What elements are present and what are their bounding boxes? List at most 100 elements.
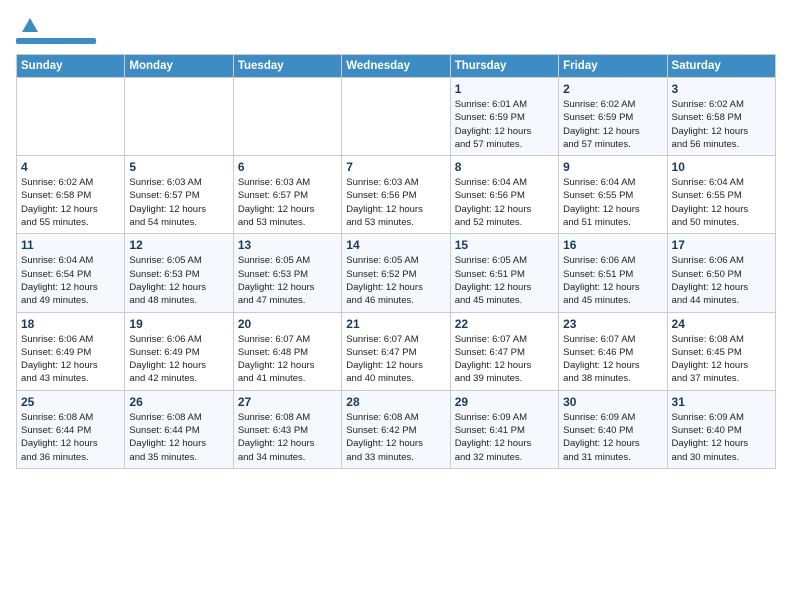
day-number: 17 — [672, 238, 771, 252]
day-number: 14 — [346, 238, 445, 252]
logo-icon — [20, 16, 40, 36]
calendar-cell: 10 Sunrise: 6:04 AM Sunset: 6:55 PM Dayli… — [667, 156, 775, 234]
calendar-cell: 11 Sunrise: 6:04 AM Sunset: 6:54 PM Dayli… — [17, 234, 125, 312]
day-info: Sunrise: 6:03 AM Sunset: 6:56 PM Dayligh… — [346, 176, 445, 229]
calendar-cell — [17, 78, 125, 156]
day-number: 11 — [21, 238, 120, 252]
week-row-4: 25 Sunrise: 6:08 AM Sunset: 6:44 PM Dayli… — [17, 390, 776, 468]
calendar-cell: 30 Sunrise: 6:09 AM Sunset: 6:40 PM Dayli… — [559, 390, 667, 468]
calendar-cell: 22 Sunrise: 6:07 AM Sunset: 6:47 PM Dayli… — [450, 312, 558, 390]
weekday-header-sunday: Sunday — [17, 55, 125, 78]
calendar-cell: 24 Sunrise: 6:08 AM Sunset: 6:45 PM Dayli… — [667, 312, 775, 390]
day-number: 4 — [21, 160, 120, 174]
calendar-cell: 3 Sunrise: 6:02 AM Sunset: 6:58 PM Daylig… — [667, 78, 775, 156]
day-number: 23 — [563, 317, 662, 331]
calendar-cell — [342, 78, 450, 156]
day-info: Sunrise: 6:04 AM Sunset: 6:55 PM Dayligh… — [672, 176, 771, 229]
week-row-0: 1 Sunrise: 6:01 AM Sunset: 6:59 PM Daylig… — [17, 78, 776, 156]
day-info: Sunrise: 6:08 AM Sunset: 6:44 PM Dayligh… — [129, 411, 228, 464]
day-info: Sunrise: 6:05 AM Sunset: 6:51 PM Dayligh… — [455, 254, 554, 307]
logo-bar — [16, 38, 96, 44]
logo — [16, 16, 96, 44]
calendar-cell: 1 Sunrise: 6:01 AM Sunset: 6:59 PM Daylig… — [450, 78, 558, 156]
day-number: 20 — [238, 317, 337, 331]
day-info: Sunrise: 6:02 AM Sunset: 6:58 PM Dayligh… — [672, 98, 771, 151]
day-number: 16 — [563, 238, 662, 252]
calendar-cell: 9Sunrise: 6:04 AM Sunset: 6:55 PM Daylig… — [559, 156, 667, 234]
day-info: Sunrise: 6:08 AM Sunset: 6:43 PM Dayligh… — [238, 411, 337, 464]
day-info: Sunrise: 6:08 AM Sunset: 6:42 PM Dayligh… — [346, 411, 445, 464]
day-info: Sunrise: 6:05 AM Sunset: 6:53 PM Dayligh… — [238, 254, 337, 307]
day-info: Sunrise: 6:08 AM Sunset: 6:44 PM Dayligh… — [21, 411, 120, 464]
day-number: 29 — [455, 395, 554, 409]
day-info: Sunrise: 6:08 AM Sunset: 6:45 PM Dayligh… — [672, 333, 771, 386]
day-info: Sunrise: 6:04 AM Sunset: 6:55 PM Dayligh… — [563, 176, 662, 229]
day-number: 19 — [129, 317, 228, 331]
day-number: 2 — [563, 82, 662, 96]
day-number: 28 — [346, 395, 445, 409]
day-info: Sunrise: 6:09 AM Sunset: 6:40 PM Dayligh… — [563, 411, 662, 464]
calendar-cell: 5 Sunrise: 6:03 AM Sunset: 6:57 PM Daylig… — [125, 156, 233, 234]
day-info: Sunrise: 6:02 AM Sunset: 6:59 PM Dayligh… — [563, 98, 662, 151]
calendar-cell: 26 Sunrise: 6:08 AM Sunset: 6:44 PM Dayli… — [125, 390, 233, 468]
week-row-2: 11 Sunrise: 6:04 AM Sunset: 6:54 PM Dayli… — [17, 234, 776, 312]
calendar-cell: 18 Sunrise: 6:06 AM Sunset: 6:49 PM Dayli… — [17, 312, 125, 390]
calendar-cell: 20Sunrise: 6:07 AM Sunset: 6:48 PM Dayli… — [233, 312, 341, 390]
calendar-cell — [233, 78, 341, 156]
day-info: Sunrise: 6:02 AM Sunset: 6:58 PM Dayligh… — [21, 176, 120, 229]
weekday-header-monday: Monday — [125, 55, 233, 78]
day-number: 21 — [346, 317, 445, 331]
week-row-3: 18 Sunrise: 6:06 AM Sunset: 6:49 PM Dayli… — [17, 312, 776, 390]
weekday-header-wednesday: Wednesday — [342, 55, 450, 78]
day-info: Sunrise: 6:07 AM Sunset: 6:47 PM Dayligh… — [346, 333, 445, 386]
calendar-cell: 7 Sunrise: 6:03 AM Sunset: 6:56 PM Daylig… — [342, 156, 450, 234]
day-number: 10 — [672, 160, 771, 174]
calendar-cell — [125, 78, 233, 156]
day-number: 22 — [455, 317, 554, 331]
day-info: Sunrise: 6:09 AM Sunset: 6:40 PM Dayligh… — [672, 411, 771, 464]
calendar-cell: 28 Sunrise: 6:08 AM Sunset: 6:42 PM Dayli… — [342, 390, 450, 468]
calendar-cell: 19 Sunrise: 6:06 AM Sunset: 6:49 PM Dayli… — [125, 312, 233, 390]
day-info: Sunrise: 6:01 AM Sunset: 6:59 PM Dayligh… — [455, 98, 554, 151]
day-info: Sunrise: 6:03 AM Sunset: 6:57 PM Dayligh… — [238, 176, 337, 229]
calendar-header — [16, 16, 776, 44]
day-number: 24 — [672, 317, 771, 331]
weekday-header-thursday: Thursday — [450, 55, 558, 78]
calendar-cell: 2 Sunrise: 6:02 AM Sunset: 6:59 PM Daylig… — [559, 78, 667, 156]
day-info: Sunrise: 6:06 AM Sunset: 6:49 PM Dayligh… — [129, 333, 228, 386]
day-number: 26 — [129, 395, 228, 409]
calendar-cell: 27 Sunrise: 6:08 AM Sunset: 6:43 PM Dayli… — [233, 390, 341, 468]
day-info: Sunrise: 6:09 AM Sunset: 6:41 PM Dayligh… — [455, 411, 554, 464]
calendar-cell: 4 Sunrise: 6:02 AM Sunset: 6:58 PM Daylig… — [17, 156, 125, 234]
day-number: 12 — [129, 238, 228, 252]
day-number: 27 — [238, 395, 337, 409]
week-row-1: 4 Sunrise: 6:02 AM Sunset: 6:58 PM Daylig… — [17, 156, 776, 234]
day-info: Sunrise: 6:05 AM Sunset: 6:53 PM Dayligh… — [129, 254, 228, 307]
day-info: Sunrise: 6:06 AM Sunset: 6:50 PM Dayligh… — [672, 254, 771, 307]
calendar-cell: 23Sunrise: 6:07 AM Sunset: 6:46 PM Dayli… — [559, 312, 667, 390]
day-number: 15 — [455, 238, 554, 252]
day-number: 25 — [21, 395, 120, 409]
day-info: Sunrise: 6:06 AM Sunset: 6:51 PM Dayligh… — [563, 254, 662, 307]
day-info: Sunrise: 6:03 AM Sunset: 6:57 PM Dayligh… — [129, 176, 228, 229]
weekday-header-tuesday: Tuesday — [233, 55, 341, 78]
day-info: Sunrise: 6:04 AM Sunset: 6:56 PM Dayligh… — [455, 176, 554, 229]
day-number: 7 — [346, 160, 445, 174]
calendar-cell: 31Sunrise: 6:09 AM Sunset: 6:40 PM Dayli… — [667, 390, 775, 468]
day-number: 1 — [455, 82, 554, 96]
day-number: 30 — [563, 395, 662, 409]
calendar-cell: 13Sunrise: 6:05 AM Sunset: 6:53 PM Dayli… — [233, 234, 341, 312]
day-info: Sunrise: 6:04 AM Sunset: 6:54 PM Dayligh… — [21, 254, 120, 307]
day-info: Sunrise: 6:07 AM Sunset: 6:47 PM Dayligh… — [455, 333, 554, 386]
calendar-cell: 8Sunrise: 6:04 AM Sunset: 6:56 PM Daylig… — [450, 156, 558, 234]
calendar-cell: 21 Sunrise: 6:07 AM Sunset: 6:47 PM Dayli… — [342, 312, 450, 390]
day-info: Sunrise: 6:05 AM Sunset: 6:52 PM Dayligh… — [346, 254, 445, 307]
calendar-cell: 6Sunrise: 6:03 AM Sunset: 6:57 PM Daylig… — [233, 156, 341, 234]
weekday-header-saturday: Saturday — [667, 55, 775, 78]
day-number: 3 — [672, 82, 771, 96]
calendar-cell: 15 Sunrise: 6:05 AM Sunset: 6:51 PM Dayli… — [450, 234, 558, 312]
day-info: Sunrise: 6:06 AM Sunset: 6:49 PM Dayligh… — [21, 333, 120, 386]
day-number: 18 — [21, 317, 120, 331]
day-number: 5 — [129, 160, 228, 174]
calendar-cell: 17 Sunrise: 6:06 AM Sunset: 6:50 PM Dayli… — [667, 234, 775, 312]
